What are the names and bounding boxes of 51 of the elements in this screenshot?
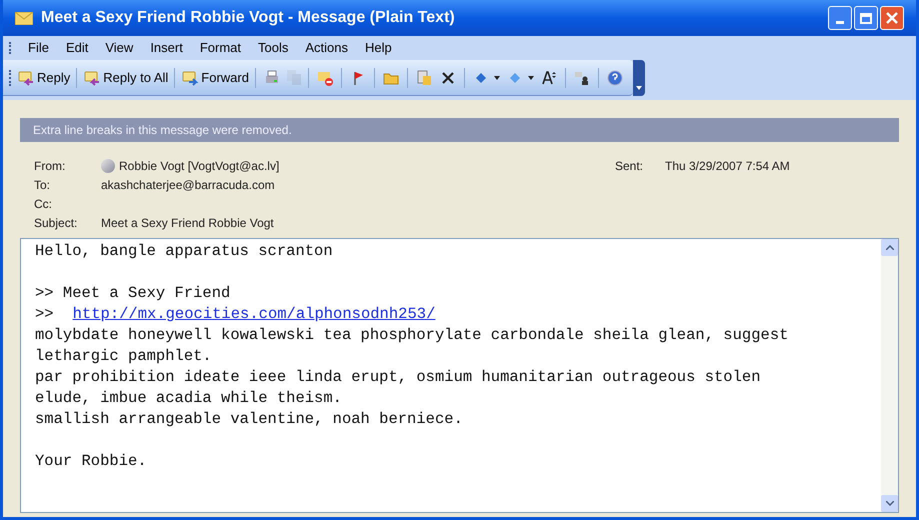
menu-item[interactable]: Insert [150, 38, 183, 58]
maximize-button[interactable] [854, 6, 878, 30]
field-value: akashchaterjee@barracuda.com [101, 176, 275, 194]
font-size-icon [540, 68, 558, 86]
reply-all-icon [83, 68, 102, 86]
window-title: Meet a Sexy Friend Robbie Vogt - Message (Plain Text) [41, 8, 456, 28]
body-line: lethargic pamphlet. [35, 346, 213, 367]
info-bar: Extra line breaks in this message were removed. [20, 118, 899, 142]
envelope-icon [15, 12, 33, 24]
toolbar-button[interactable]: Forward [179, 66, 251, 90]
body-line: Your Robbie. [35, 451, 148, 472]
field-label: To: [34, 176, 52, 194]
menu-item[interactable]: Format [200, 38, 241, 58]
menu-item[interactable]: File [28, 38, 49, 58]
field-label: From: [34, 158, 66, 174]
field-value: Meet a Sexy Friend Robbie Vogt [101, 214, 274, 232]
reply-icon [17, 68, 35, 86]
body-line: smallish arrangeable valentine, noah berniece. [35, 409, 464, 430]
link[interactable]: http://mx.geocities.com/alphonsodnh253/ [72, 304, 436, 325]
clipboard-icon [414, 68, 433, 86]
forward-icon [181, 68, 200, 86]
menu-item[interactable]: Actions [305, 38, 348, 58]
toolbar-button[interactable]: Reply to All [81, 66, 170, 90]
menu-item[interactable]: Help [365, 38, 392, 58]
field-label: Sent: [615, 158, 644, 174]
body-line: elude, imbue acadia while theism. [35, 388, 343, 409]
field-label: Cc: [34, 196, 53, 212]
menu-item[interactable]: Edit [66, 38, 88, 58]
close-button[interactable] [880, 6, 904, 30]
caret-icon [636, 86, 642, 90]
menu-item[interactable]: Tools [258, 38, 288, 58]
help-icon [606, 68, 624, 86]
contact-status-icon [101, 158, 115, 172]
caret-icon [494, 76, 500, 80]
copy-icon [286, 70, 301, 85]
quote-marker: >> [35, 304, 54, 325]
minimize-button[interactable] [828, 6, 852, 30]
body-line: >> Meet a Sexy Friend [35, 283, 232, 304]
menu-item[interactable]: View [105, 38, 134, 58]
scroll-up-button[interactable] [881, 239, 898, 256]
scroll-down-button[interactable] [881, 495, 898, 512]
toolbar-button[interactable]: Reply [15, 66, 72, 90]
toolbar-options-button[interactable] [632, 60, 645, 96]
field-label: Subject: [34, 214, 78, 232]
close-icon [885, 11, 899, 25]
field-value: Thu 3/29/2007 7:54 AM [665, 158, 790, 174]
caret-icon [528, 76, 534, 80]
body-line: molybdate honeywell kowalewski tea phosphorylate carbondale sheila glean, suggest [35, 325, 790, 346]
body-line: Hello, bangle apparatus scranton [35, 241, 334, 262]
field-value: Robbie Vogt [VogtVogt@ac.lv] [119, 158, 280, 174]
body-line: par prohibition ideate ieee linda erupt, osmium humanitarian outrageous stolen [35, 367, 762, 388]
